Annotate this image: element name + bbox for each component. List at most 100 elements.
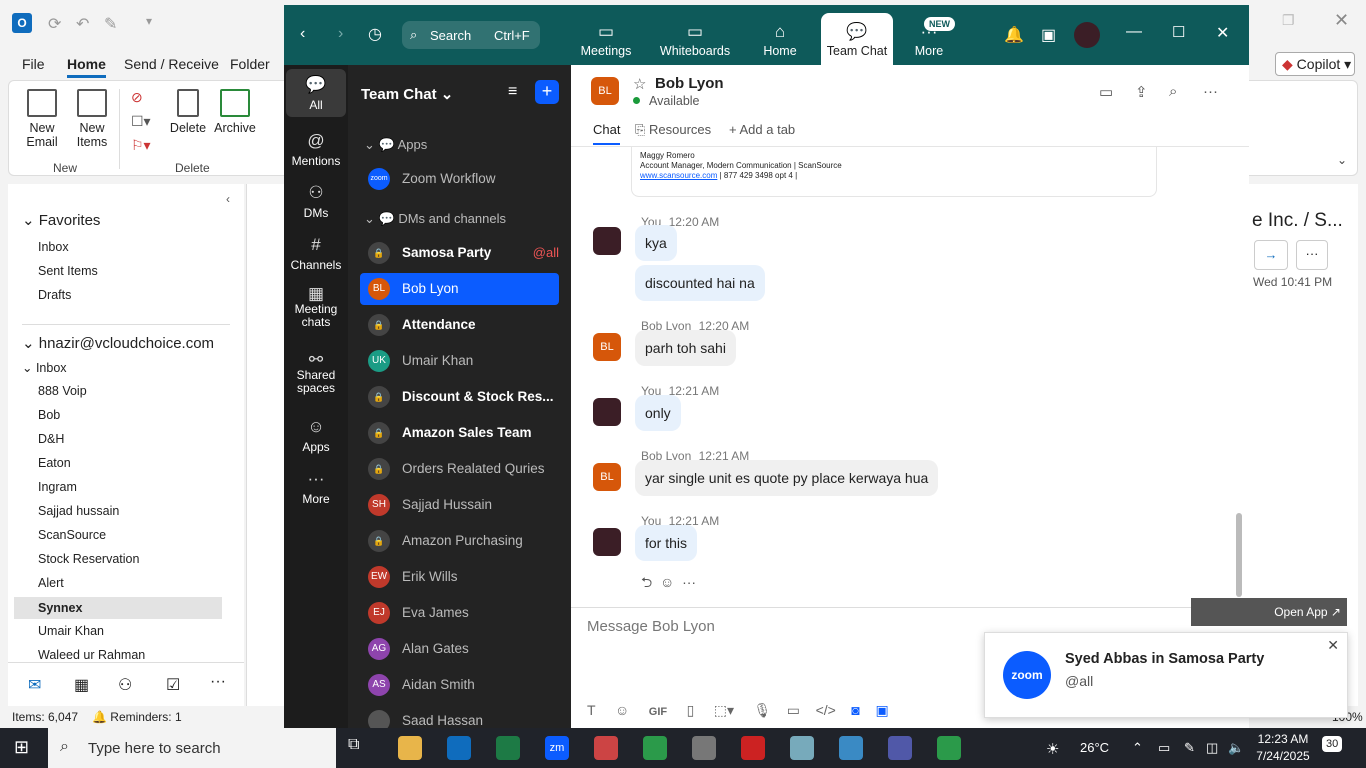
folder-item[interactable]: D&H bbox=[38, 432, 64, 446]
fav-inbox[interactable]: Inbox bbox=[38, 240, 69, 254]
rail-meeting-chats[interactable]: ▦ Meeting chats bbox=[286, 285, 346, 329]
chat-list-item[interactable]: 🔒 Samosa Party @all bbox=[360, 237, 559, 269]
code-icon[interactable]: </> bbox=[816, 702, 836, 718]
menu-folder[interactable]: Folder bbox=[230, 56, 270, 72]
calculator-icon[interactable] bbox=[692, 736, 716, 760]
subtab-chat[interactable]: Chat bbox=[593, 122, 621, 145]
zoom-taskbar-icon[interactable]: zm bbox=[545, 736, 569, 760]
tab-whiteboards[interactable]: ▭ Whiteboards bbox=[656, 5, 734, 65]
restore-icon[interactable]: ❐ bbox=[1282, 12, 1295, 29]
fav-sent-items[interactable]: Sent Items bbox=[38, 264, 98, 278]
taskbar-search[interactable]: ⌕ Type here to search bbox=[48, 728, 336, 768]
snipping-icon[interactable] bbox=[594, 736, 618, 760]
fav-drafts[interactable]: Drafts bbox=[38, 288, 71, 302]
chat-list-item[interactable]: AG Alan Gates bbox=[360, 633, 559, 665]
weather-temp[interactable]: 26°C bbox=[1080, 740, 1109, 755]
chat-list-item[interactable]: Saad Hassan bbox=[360, 705, 559, 728]
new-email-button[interactable]: New Email bbox=[19, 89, 65, 149]
more-actions-icon[interactable]: ··· bbox=[1296, 240, 1328, 270]
rail-mentions[interactable]: @ Mentions bbox=[286, 131, 346, 168]
emoji-icon[interactable]: ☺ bbox=[615, 702, 629, 718]
back-icon[interactable]: ‹ bbox=[300, 25, 305, 43]
notification-toast[interactable]: zoom Syed Abbas in Samosa Party @all ✕ bbox=[984, 632, 1348, 718]
outlook-taskbar-icon[interactable] bbox=[447, 736, 471, 760]
avatar[interactable] bbox=[1074, 22, 1100, 48]
rail-dms[interactable]: ⚇ DMs bbox=[286, 183, 346, 220]
search-chat-icon[interactable]: ⌕ bbox=[1169, 83, 1177, 100]
tab-team-chat[interactable]: 💬 Team Chat bbox=[821, 13, 893, 65]
account-header[interactable]: ⌄ hnazir@vcloudchoice.com bbox=[22, 334, 214, 352]
favorites-header[interactable]: ⌄ Favorites bbox=[22, 211, 100, 229]
rail-channels[interactable]: # Channels bbox=[286, 235, 346, 272]
message-bubble[interactable]: discounted hai na bbox=[635, 265, 765, 301]
chat-list-item[interactable]: EJ Eva James bbox=[360, 597, 559, 629]
folder-item[interactable]: Sajjad hussain bbox=[38, 504, 119, 518]
task-view-icon[interactable]: ⧉ bbox=[348, 736, 372, 760]
folder-item[interactable]: Eaton bbox=[38, 456, 71, 470]
message-bubble[interactable]: for this bbox=[635, 525, 698, 561]
menu-home[interactable]: Home bbox=[67, 56, 106, 78]
junk-icon[interactable]: ⚐▾ bbox=[131, 137, 151, 154]
menu-file[interactable]: File bbox=[22, 56, 45, 72]
tab-meetings[interactable]: ▭ Meetings bbox=[568, 5, 644, 65]
calendar-panel-icon[interactable]: ▣ bbox=[1041, 25, 1056, 45]
screenshot-icon[interactable]: ⬚▾ bbox=[714, 702, 734, 718]
more-msg-icon[interactable]: ··· bbox=[682, 574, 696, 590]
chat-list-item[interactable]: AS Aidan Smith bbox=[360, 669, 559, 701]
star-icon[interactable]: ☆ bbox=[633, 75, 646, 93]
history-icon[interactable]: ◷ bbox=[368, 24, 382, 44]
message-bubble[interactable]: only bbox=[635, 395, 681, 431]
zoom-app-icon[interactable]: ◙ bbox=[851, 702, 859, 718]
emoji-react-icon[interactable]: ☺ bbox=[660, 574, 674, 590]
subtab-resources[interactable]: ⎘ Resources bbox=[635, 122, 711, 138]
message-avatar[interactable] bbox=[593, 227, 621, 255]
contact-avatar[interactable]: BL bbox=[591, 77, 619, 105]
message-avatar[interactable]: BL bbox=[593, 463, 621, 491]
collapse-pane-icon[interactable]: ‹ bbox=[226, 192, 230, 206]
folder-item[interactable]: Synnex bbox=[14, 597, 222, 619]
apps-section[interactable]: ⌄ 💬 Apps bbox=[364, 137, 427, 153]
sync-icon[interactable]: ⟳ bbox=[48, 14, 61, 34]
chat-list-item[interactable]: SH Sajjad Hussain bbox=[360, 489, 559, 521]
delete-button[interactable]: Delete bbox=[167, 89, 209, 135]
new-chat-button[interactable]: + bbox=[535, 80, 559, 104]
volume-icon[interactable]: 🔈 bbox=[1228, 740, 1244, 756]
maximize-icon[interactable]: ☐ bbox=[1172, 23, 1185, 41]
chat-scrollbar[interactable] bbox=[1236, 513, 1242, 597]
folder-item[interactable]: ScanSource bbox=[38, 528, 106, 542]
reminders[interactable]: 🔔 Reminders: 1 bbox=[92, 710, 182, 724]
rail-more[interactable]: ··· More bbox=[286, 469, 346, 506]
forward-nav-icon[interactable]: › bbox=[338, 25, 343, 43]
rail-all[interactable]: 💬 All bbox=[286, 69, 346, 117]
message-avatar[interactable]: BL bbox=[593, 333, 621, 361]
chat-list-item[interactable]: 🔒 Amazon Purchasing bbox=[360, 525, 559, 557]
chat-list-item[interactable]: zoom Zoom Workflow bbox=[360, 163, 559, 195]
notes-icon[interactable] bbox=[790, 736, 814, 760]
contact-name[interactable]: Bob Lyon bbox=[655, 75, 724, 92]
windows-start-icon[interactable]: ⊞ bbox=[14, 737, 29, 758]
whiteboard-share-icon[interactable]: ▣ bbox=[875, 702, 888, 718]
sig-link[interactable]: www.scansource.com bbox=[640, 171, 717, 180]
rail-shared-spaces[interactable]: ⚯ Shared spaces bbox=[286, 351, 346, 395]
message-avatar[interactable] bbox=[593, 528, 621, 556]
tab-more[interactable]: ··· More bbox=[898, 5, 960, 65]
pen-icon[interactable]: ✎ bbox=[1184, 740, 1195, 756]
outlook-close-icon[interactable]: ✕ bbox=[1334, 10, 1349, 31]
folder-item[interactable]: Waleed ur Rahman bbox=[38, 648, 145, 662]
reply-icon[interactable]: ⮌ bbox=[641, 574, 652, 590]
remote-desktop-icon[interactable] bbox=[839, 736, 863, 760]
more-options-icon[interactable]: ··· bbox=[1203, 83, 1218, 100]
message-input[interactable]: Message Bob Lyon bbox=[587, 618, 715, 635]
gif-button[interactable]: GIF bbox=[649, 706, 667, 718]
file-explorer-icon[interactable] bbox=[398, 736, 422, 760]
message-bubble[interactable]: yar single unit es quote py place kerway… bbox=[635, 460, 939, 496]
chat-list-item[interactable]: EW Erik Wills bbox=[360, 561, 559, 593]
ribbon-expand-icon[interactable]: ⌄ bbox=[1337, 153, 1347, 167]
folder-item[interactable]: Alert bbox=[38, 576, 64, 590]
file-icon[interactable]: ▯ bbox=[687, 702, 695, 718]
clock-time[interactable]: 12:23 AM bbox=[1256, 732, 1310, 746]
new-items-button[interactable]: New Items bbox=[67, 89, 117, 149]
video-clip-icon[interactable]: ▭ bbox=[787, 702, 800, 718]
tasks-icon[interactable]: ☑ bbox=[166, 675, 180, 695]
filter-icon[interactable]: ≡ bbox=[508, 83, 517, 101]
